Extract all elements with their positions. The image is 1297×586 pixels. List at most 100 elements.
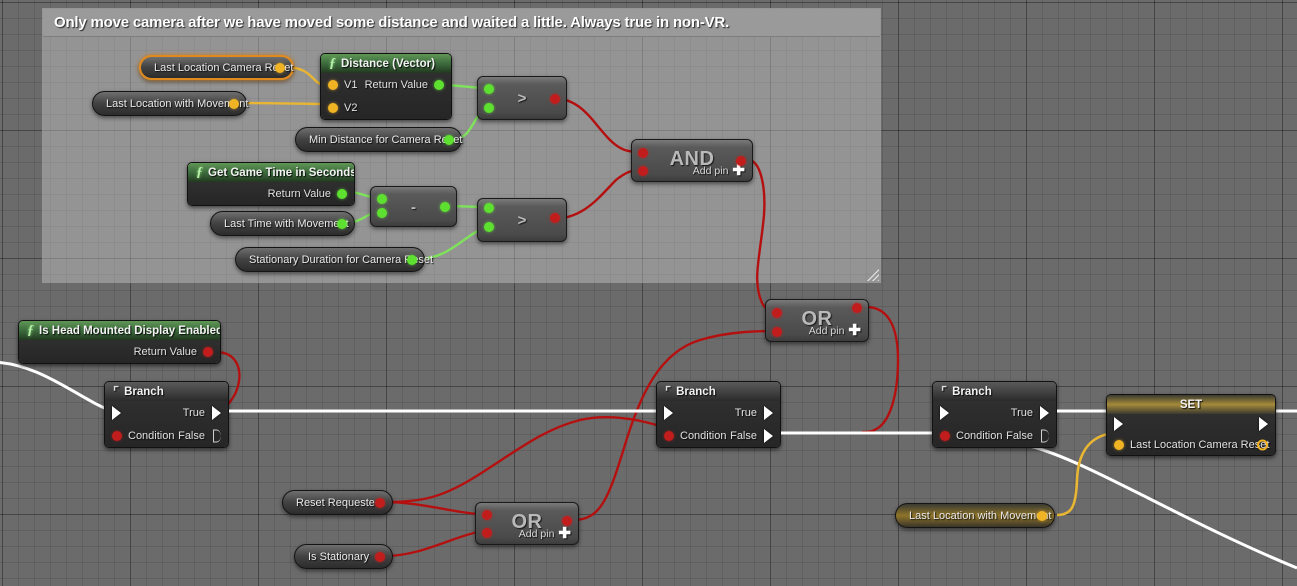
- node-title: SET: [1179, 398, 1203, 411]
- output-pin-bool[interactable]: [736, 156, 746, 166]
- input-pin-v2[interactable]: [328, 102, 338, 113]
- node-header: ⌜ Branch: [933, 382, 1056, 401]
- output-pin-bool[interactable]: [203, 346, 213, 357]
- input-pin-b[interactable]: [482, 528, 492, 538]
- output-pin-exec[interactable]: [1259, 417, 1268, 431]
- plus-icon[interactable]: ✚: [848, 323, 861, 338]
- output-pin-float[interactable]: [407, 254, 417, 265]
- output-pin-variable[interactable]: [1257, 439, 1268, 450]
- output-pin-false[interactable]: [213, 429, 221, 442]
- output-pin-vector[interactable]: [275, 62, 285, 73]
- input-pin-a[interactable]: [482, 510, 492, 520]
- node-is-stationary[interactable]: Is Stationary: [294, 544, 393, 569]
- node-or-bottom[interactable]: OR Add pin ✚: [475, 502, 579, 545]
- pin-row-v2: V2: [321, 96, 451, 119]
- add-pin-control[interactable]: Add pin ✚: [693, 163, 745, 178]
- output-pin-return-value[interactable]: [337, 188, 347, 199]
- node-stationary-duration-for-camera-reset[interactable]: Stationary Duration for Camera Reset: [235, 247, 433, 272]
- input-pin-a[interactable]: [772, 308, 782, 318]
- input-pin-condition[interactable]: [112, 430, 122, 441]
- comment-box[interactable]: Only move camera after we have moved som…: [42, 8, 881, 283]
- wire-reset-to-branch2-condition: [384, 415, 677, 504]
- node-reset-requested[interactable]: Reset Requested: [282, 490, 393, 515]
- input-pin-a[interactable]: [638, 148, 648, 158]
- output-pin-true[interactable]: [764, 405, 773, 420]
- blueprint-graph-canvas[interactable]: Only move camera after we have moved som…: [0, 0, 1297, 586]
- node-and[interactable]: AND Add pin ✚: [631, 139, 753, 182]
- output-pin-float[interactable]: [440, 202, 450, 212]
- node-body: Return Value: [188, 182, 354, 205]
- input-pin-exec[interactable]: [112, 405, 121, 420]
- output-pin-bool[interactable]: [550, 94, 560, 104]
- output-pin-false[interactable]: [1041, 429, 1049, 442]
- node-branch-1[interactable]: ⌜ Branch True Condition False: [104, 381, 229, 448]
- comment-box-header[interactable]: Only move camera after we have moved som…: [43, 9, 880, 37]
- node-set-last-location-camera-reset[interactable]: SET Last Location Camera Reset: [1106, 394, 1276, 456]
- output-pin-bool[interactable]: [375, 551, 385, 562]
- node-header: SET: [1107, 395, 1275, 414]
- input-label-v1: V1: [344, 78, 358, 91]
- node-header: ⌜ Branch: [105, 382, 228, 401]
- output-pin-true[interactable]: [212, 405, 221, 420]
- node-header: ƒ Is Head Mounted Display Enabled: [19, 321, 220, 340]
- node-header: ƒ Distance (Vector): [321, 54, 451, 73]
- output-pin-bool[interactable]: [550, 213, 560, 223]
- node-or-top[interactable]: OR Add pin ✚: [765, 299, 869, 342]
- output-pin-bool[interactable]: [562, 516, 572, 526]
- input-pin-b[interactable]: [772, 327, 782, 337]
- node-label: Last Location Camera Reset: [154, 61, 294, 74]
- resize-grip-icon[interactable]: [865, 267, 879, 281]
- output-pin-float[interactable]: [444, 134, 454, 145]
- input-pin-exec[interactable]: [940, 405, 949, 420]
- input-pin-condition[interactable]: [664, 430, 674, 441]
- add-pin-control[interactable]: Add pin ✚: [519, 526, 571, 541]
- node-distance-vector[interactable]: ƒ Distance (Vector) V1 Return Value V2: [320, 53, 452, 120]
- node-body: Return Value: [19, 340, 220, 363]
- input-pin-a[interactable]: [377, 194, 387, 204]
- input-pin-b[interactable]: [638, 166, 648, 176]
- output-pin-vector[interactable]: [1037, 510, 1047, 521]
- input-pin-exec[interactable]: [1114, 417, 1123, 431]
- input-label-condition: Condition: [680, 429, 727, 442]
- input-pin-b[interactable]: [484, 103, 494, 113]
- node-get-game-time-in-seconds[interactable]: ƒ Get Game Time in Seconds Return Value: [187, 162, 355, 206]
- add-pin-control[interactable]: Add pin ✚: [809, 323, 861, 338]
- input-pin-b[interactable]: [484, 222, 494, 232]
- input-pin-b[interactable]: [377, 208, 387, 218]
- node-min-distance-for-camera-reset[interactable]: Min Distance for Camera Reset: [295, 127, 462, 152]
- output-pin-bool[interactable]: [375, 497, 385, 508]
- plus-icon[interactable]: ✚: [558, 526, 571, 541]
- output-pin-vector[interactable]: [229, 98, 239, 109]
- node-greater-than-time[interactable]: >: [477, 198, 567, 242]
- pin-row-return-value: Return Value: [188, 182, 354, 205]
- output-label-true: True: [734, 406, 757, 419]
- input-pin-variable[interactable]: [1114, 439, 1124, 450]
- pin-row-exec: [1107, 414, 1275, 434]
- output-pin-false[interactable]: [764, 428, 773, 443]
- output-pin-return-value[interactable]: [434, 79, 444, 90]
- output-pin-bool[interactable]: [852, 303, 862, 313]
- node-is-head-mounted-display-enabled[interactable]: ƒ Is Head Mounted Display Enabled Return…: [18, 320, 221, 364]
- input-pin-a[interactable]: [484, 84, 494, 94]
- node-last-time-with-movement[interactable]: Last Time with Movement: [210, 211, 355, 236]
- node-title: Is Head Mounted Display Enabled: [39, 324, 221, 337]
- output-pin-float[interactable]: [337, 218, 347, 229]
- node-last-location-with-movement-get-2[interactable]: Last Location with Movement: [895, 503, 1055, 528]
- node-title: Branch: [676, 385, 716, 398]
- node-title: Distance (Vector): [341, 57, 435, 70]
- output-label-false: False: [730, 429, 757, 442]
- input-pin-v1[interactable]: [328, 79, 338, 90]
- add-pin-label: Add pin: [808, 324, 845, 337]
- node-last-location-camera-reset-get[interactable]: Last Location Camera Reset: [139, 55, 294, 80]
- node-branch-2[interactable]: ⌜ Branch True Condition False: [656, 381, 781, 448]
- node-subtract[interactable]: -: [370, 186, 457, 227]
- input-pin-exec[interactable]: [664, 405, 673, 420]
- pin-row-v1: V1 Return Value: [321, 73, 451, 96]
- node-last-location-with-movement-get[interactable]: Last Location with Movement: [92, 91, 248, 116]
- input-pin-a[interactable]: [484, 203, 494, 213]
- node-branch-3[interactable]: ⌜ Branch True Condition False: [932, 381, 1057, 448]
- input-pin-condition[interactable]: [940, 430, 950, 441]
- output-pin-true[interactable]: [1040, 405, 1049, 420]
- node-greater-than-distance[interactable]: >: [477, 76, 567, 120]
- node-header: ⌜ Branch: [657, 382, 780, 401]
